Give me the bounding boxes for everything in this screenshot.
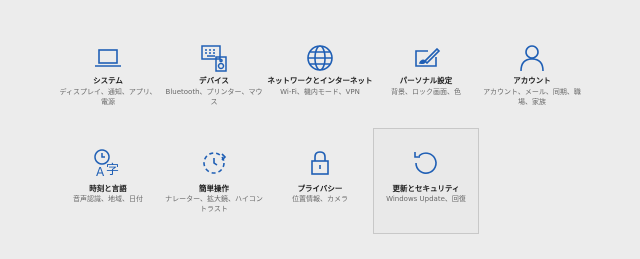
tile-devices[interactable]: デバイス Bluetooth、プリンター、マウス [161,30,267,136]
tile-title: デバイス [199,76,229,85]
ease-of-access-icon [198,147,230,179]
globe-icon [304,42,336,74]
tile-title: ネットワークとインターネット [267,76,373,85]
devices-icon [198,42,230,74]
tile-title: 時刻と言語 [89,184,127,193]
tile-title: システム [93,76,123,85]
tile-description: Windows Update、回復 [386,195,466,203]
tile-network[interactable]: ネットワークとインターネット Wi-Fi、機内モード、VPN [267,30,373,136]
settings-grid: システム ディスプレイ、通知、アプリ、電源 デバイス Bluetooth、プリン… [0,0,640,259]
tile-system[interactable]: システム ディスプレイ、通知、アプリ、電源 [55,30,161,136]
tile-description: 音声認識、地域、日付 [73,195,143,203]
tile-title: パーソナル設定 [399,76,453,85]
svg-text:字: 字 [106,163,119,178]
tile-description: ナレーター、拡大鏡、ハイコントラスト [165,195,263,213]
tile-description: アカウント、メール、同期、職場、家族 [483,88,581,106]
tile-time-language[interactable]: A 字 時刻と言語 音声認識、地域、日付 [55,128,161,234]
tile-title: プライバシー [297,184,343,193]
tile-description: 位置情報、カメラ [292,195,348,203]
tile-description: ディスプレイ、通知、アプリ、電源 [59,88,157,106]
tile-title: 簡単操作 [199,184,229,193]
tile-description: Wi-Fi、機内モード、VPN [280,88,360,96]
svg-text:A: A [96,165,105,179]
update-icon [410,147,442,179]
personalization-icon [410,42,442,74]
lock-icon [304,147,336,179]
tile-personalization[interactable]: パーソナル設定 背景、ロック画面、色 [373,30,479,136]
tile-accounts[interactable]: アカウント アカウント、メール、同期、職場、家族 [479,30,585,136]
account-icon [516,42,548,74]
time-language-icon: A 字 [92,147,124,179]
laptop-icon [92,42,124,74]
tile-ease-of-access[interactable]: 簡単操作 ナレーター、拡大鏡、ハイコントラスト [161,128,267,234]
tile-description: Bluetooth、プリンター、マウス [165,88,263,106]
tile-description: 背景、ロック画面、色 [391,88,461,96]
tile-update-security[interactable]: 更新とセキュリティ Windows Update、回復 [373,128,479,234]
tile-privacy[interactable]: プライバシー 位置情報、カメラ [267,128,373,234]
tile-title: アカウント [513,76,551,85]
tile-title: 更新とセキュリティ [392,184,460,193]
